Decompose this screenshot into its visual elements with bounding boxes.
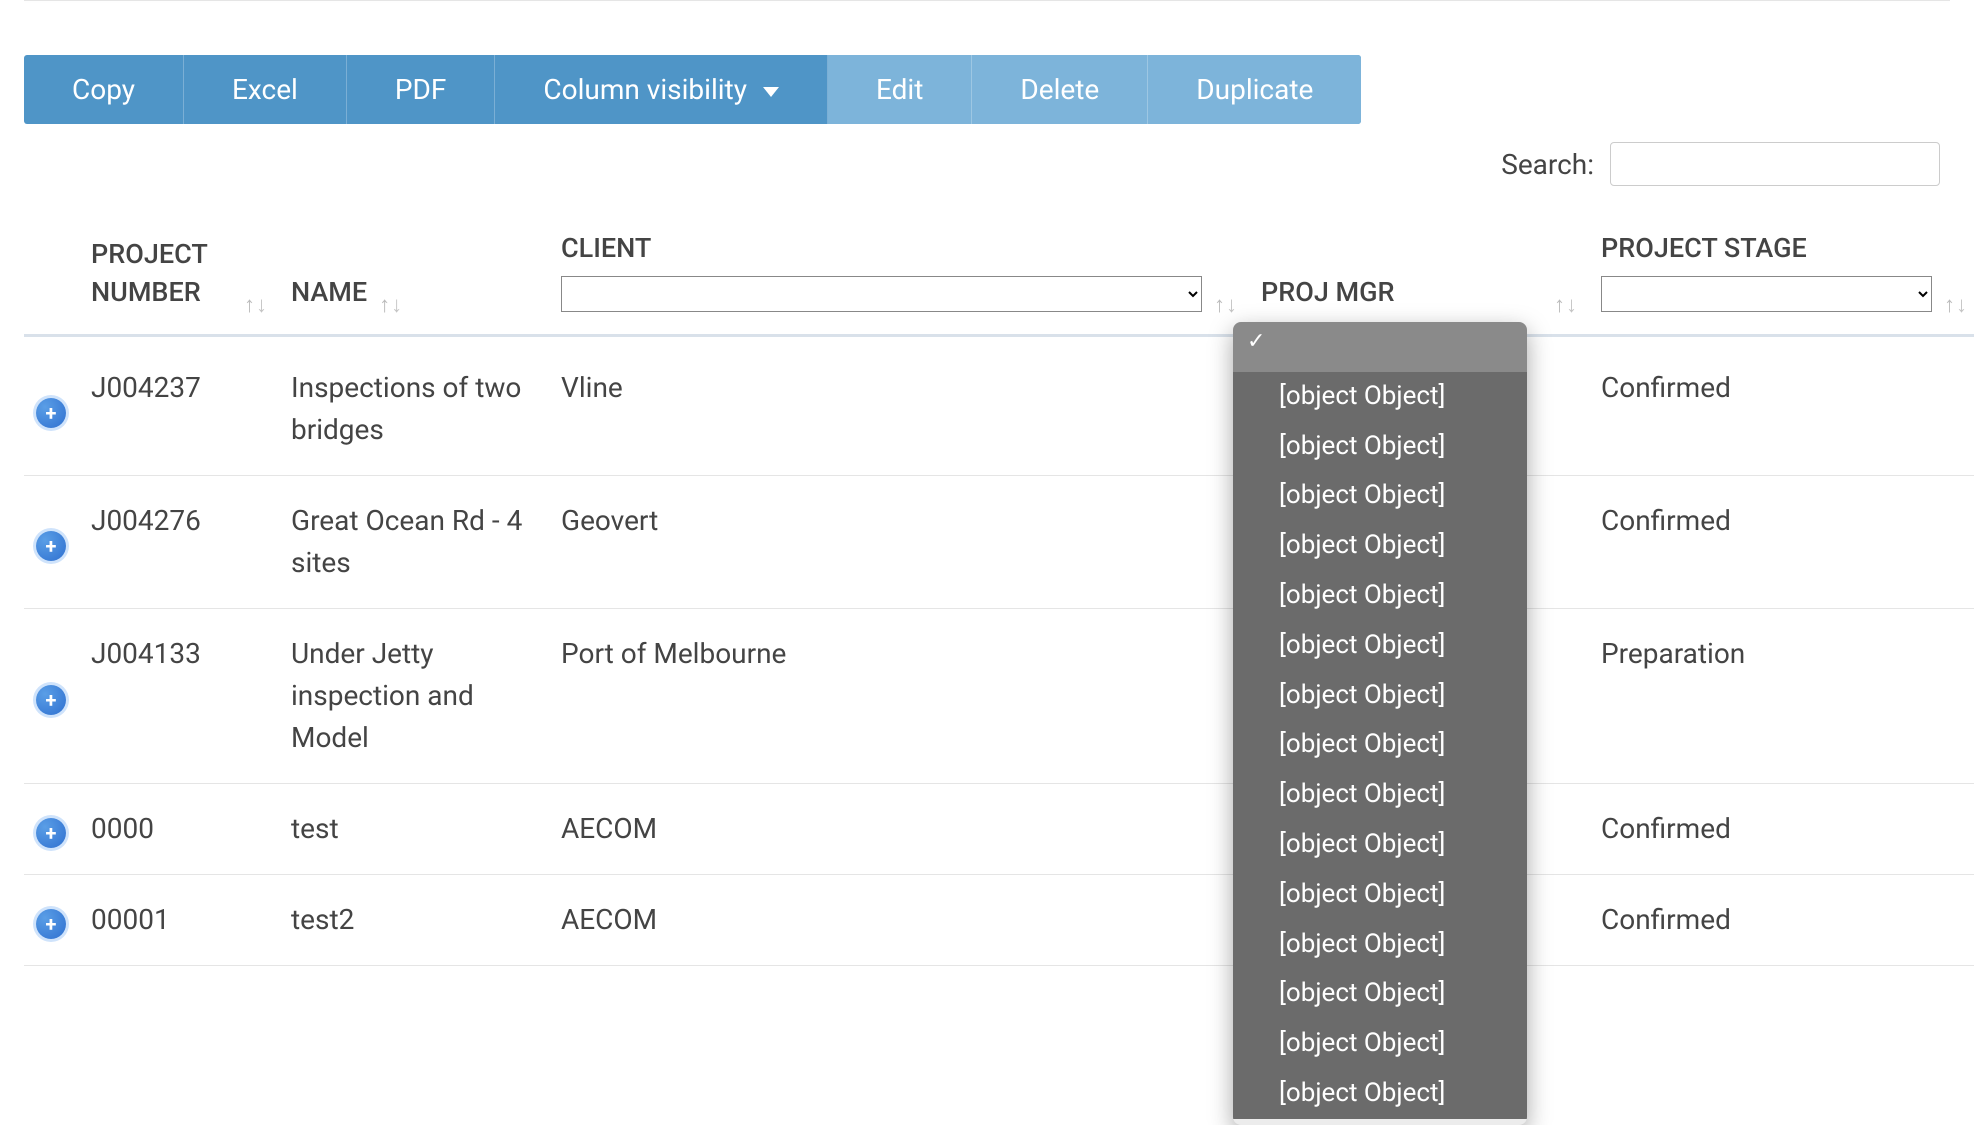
dropdown-option[interactable]: [1233, 322, 1527, 372]
expand-cell: +: [24, 608, 79, 783]
col-header-name[interactable]: NAME ↑↓: [279, 220, 549, 335]
dropdown-option[interactable]: [object Object]: [1233, 720, 1527, 770]
cell-name: Under Jetty inspection and Model: [279, 608, 549, 783]
col-header-project-number[interactable]: PROJECT NUMBER ↑↓: [79, 220, 279, 335]
cell-client: Port of Melbourne: [549, 608, 1249, 783]
cell-project-number: 00001: [79, 874, 279, 965]
cell-client: Geovert: [549, 475, 1249, 608]
table-row[interactable]: + J004133Under Jetty inspection and Model…: [24, 608, 1974, 783]
expand-row-button[interactable]: +: [36, 398, 66, 428]
dropdown-option[interactable]: [object Object]: [1233, 870, 1527, 920]
cell-project-stage: Confirmed: [1589, 335, 1974, 475]
col-header-label: CLIENT: [561, 230, 1202, 268]
client-filter-select[interactable]: [561, 276, 1202, 312]
dropdown-option[interactable]: [object Object]: [1233, 1019, 1527, 1069]
proj-mgr-filter-dropdown[interactable]: [object Object][object Object][object Ob…: [1233, 322, 1527, 1125]
dropdown-option[interactable]: [object Object]: [1233, 621, 1527, 671]
expand-row-button[interactable]: +: [36, 685, 66, 715]
cell-project-stage: Confirmed: [1589, 783, 1974, 874]
table-row[interactable]: + J004276Great Ocean Rd - 4 sitesGeovert C…: [24, 475, 1974, 608]
pdf-button[interactable]: PDF: [347, 55, 496, 124]
dropdown-option[interactable]: [object Object]: [1233, 671, 1527, 721]
chevron-down-icon: [763, 87, 779, 97]
table-row[interactable]: + J004237Inspections of two bridgesVline C…: [24, 335, 1974, 475]
expand-cell: +: [24, 783, 79, 874]
projects-table: PROJECT NUMBER ↑↓ NAME ↑↓ CLIENT: [24, 220, 1974, 966]
table-header-row: PROJECT NUMBER ↑↓ NAME ↑↓ CLIENT: [24, 220, 1974, 335]
dropdown-option[interactable]: [object Object]: [1233, 820, 1527, 870]
cell-project-number: 0000: [79, 783, 279, 874]
dropdown-option[interactable]: [object Object]: [1233, 471, 1527, 521]
button-label: Excel: [232, 73, 298, 106]
dup-button: Duplicate: [1148, 55, 1361, 124]
search-row: Search:: [24, 142, 1950, 186]
copy-button[interactable]: Copy: [24, 55, 184, 124]
col-header-expand: [24, 220, 79, 335]
dropdown-option[interactable]: [object Object]: [1233, 770, 1527, 820]
button-label: PDF: [395, 73, 447, 106]
col-header-client[interactable]: CLIENT ↑↓: [549, 220, 1249, 335]
cell-project-stage: Preparation: [1589, 608, 1974, 783]
excel-button[interactable]: Excel: [184, 55, 347, 124]
cell-project-number: J004133: [79, 608, 279, 783]
button-label: Edit: [876, 73, 923, 106]
button-label: Delete: [1020, 73, 1099, 106]
search-input[interactable]: [1610, 142, 1940, 186]
expand-row-button[interactable]: +: [36, 909, 66, 939]
cell-project-number: J004237: [79, 335, 279, 475]
expand-cell: +: [24, 475, 79, 608]
col-header-label: PROJ MGR: [1261, 274, 1542, 312]
dropdown-option[interactable]: [object Object]: [1233, 920, 1527, 970]
col-header-label: NAME: [291, 274, 367, 312]
dropdown-option[interactable]: [object Object]: [1233, 571, 1527, 621]
project-stage-filter-select[interactable]: [1601, 276, 1932, 312]
top-divider: [24, 0, 1950, 1]
cell-name: Inspections of two bridges: [279, 335, 549, 475]
button-label: Copy: [72, 73, 135, 106]
colvis-button[interactable]: Column visibility: [495, 55, 828, 124]
page-container: Copy Excel PDF Column visibility Edit Delete D…: [0, 0, 1974, 966]
col-header-label: PROJECT NUMBER: [91, 236, 232, 312]
cell-client: AECOM: [549, 783, 1249, 874]
col-header-label: PROJECT STAGE: [1601, 230, 1932, 268]
search-label: Search:: [1501, 148, 1594, 181]
cell-name: test: [279, 783, 549, 874]
expand-row-button[interactable]: +: [36, 818, 66, 848]
cell-project-stage: Confirmed: [1589, 874, 1974, 965]
edit-button: Edit: [828, 55, 972, 124]
toolbar: Copy Excel PDF Column visibility Edit Delete D…: [24, 55, 1361, 124]
cell-project-number: J004276: [79, 475, 279, 608]
cell-client: Vline: [549, 335, 1249, 475]
table-row[interactable]: +0000testAECOM Confirmed: [24, 783, 1974, 874]
expand-cell: +: [24, 874, 79, 965]
dropdown-option[interactable]: [object Object]: [1233, 521, 1527, 571]
cell-client: AECOM: [549, 874, 1249, 965]
col-header-project-stage[interactable]: PROJECT STAGE ↑↓: [1589, 220, 1974, 335]
expand-cell: +: [24, 335, 79, 475]
cell-name: Great Ocean Rd - 4 sites: [279, 475, 549, 608]
dropdown-option[interactable]: [object Object]: [1233, 969, 1527, 1019]
dropdown-option[interactable]: [object Object]: [1233, 422, 1527, 472]
dropdown-option[interactable]: [object Object]: [1233, 372, 1527, 422]
dropdown-option[interactable]: [object Object]: [1233, 1069, 1527, 1119]
cell-name: test2: [279, 874, 549, 965]
expand-row-button[interactable]: +: [36, 531, 66, 561]
delete-button: Delete: [972, 55, 1148, 124]
button-label: Column visibility: [543, 73, 747, 106]
cell-project-stage: Confirmed: [1589, 475, 1974, 608]
button-label: Duplicate: [1196, 73, 1313, 106]
col-header-proj-mgr[interactable]: PROJ MGR ↑↓: [1249, 220, 1589, 335]
table-row[interactable]: +00001test2AECOM Confirmed: [24, 874, 1974, 965]
